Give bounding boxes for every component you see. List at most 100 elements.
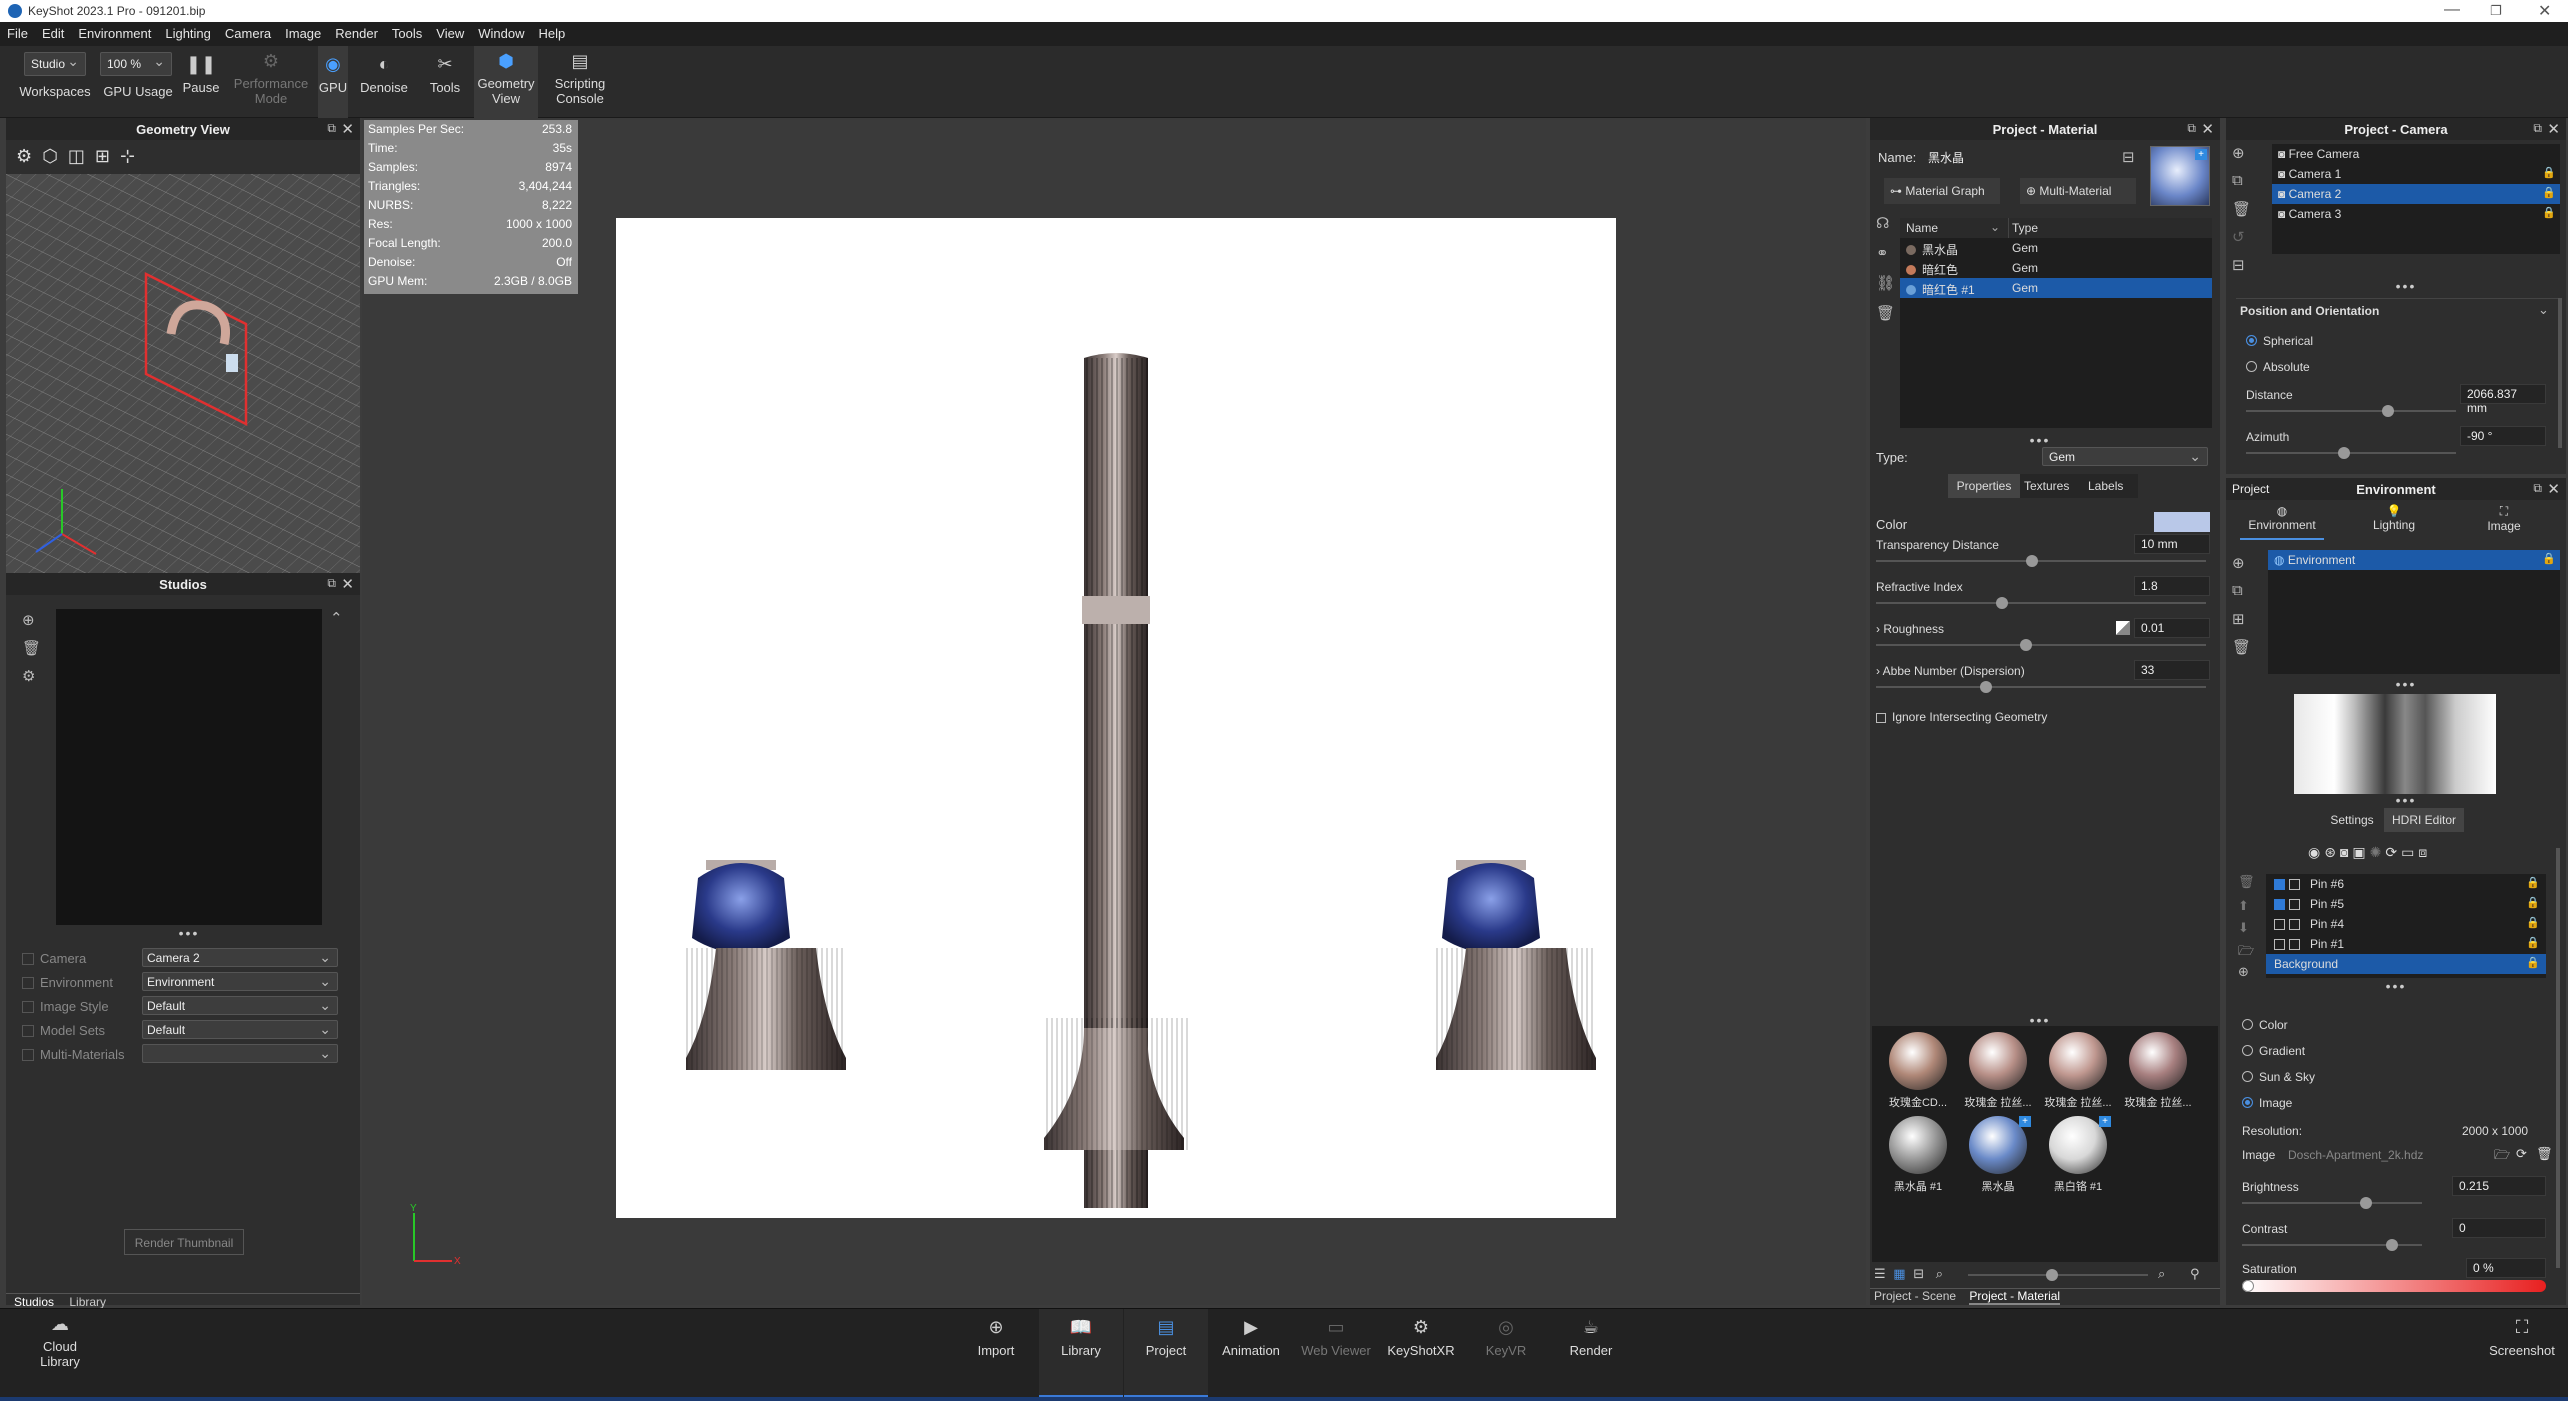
material-name-input[interactable]: 黑水晶 xyxy=(1922,147,2118,167)
property-input[interactable]: 33 xyxy=(2134,660,2210,680)
library-item[interactable]: 玫瑰金CD... xyxy=(1880,1032,1956,1112)
pin-checkbox[interactable] xyxy=(2289,879,2300,890)
library-item[interactable]: 玫瑰金 拉丝... xyxy=(1960,1032,2036,1112)
float-icon[interactable]: ⧉ xyxy=(327,121,336,136)
lock-icon[interactable]: 🔒 xyxy=(2542,186,2556,199)
minimize-icon[interactable]: — xyxy=(2444,1,2460,19)
float-icon[interactable]: ⧉ xyxy=(327,576,336,591)
menu-tools[interactable]: Tools xyxy=(385,22,429,41)
material-preview-sphere[interactable]: + xyxy=(2150,146,2210,206)
property-label[interactable]: › Roughness xyxy=(1876,622,1944,636)
tab-image[interactable]: ⛶ Image xyxy=(2462,504,2546,533)
sync-icon[interactable]: ⟳ xyxy=(2385,844,2401,860)
gear-icon[interactable]: ⚙ xyxy=(16,146,42,166)
keyshotxr-button[interactable]: ⚙ KeyShotXR xyxy=(1379,1309,1463,1397)
refresh-icon[interactable]: ⟳ xyxy=(2516,1146,2527,1162)
monitor-icon[interactable]: ▭ xyxy=(2401,844,2418,860)
pin-checkbox[interactable] xyxy=(2289,939,2300,950)
saturation-slider[interactable] xyxy=(2242,1280,2546,1292)
duplicate-camera-icon[interactable]: ⧉ xyxy=(2232,172,2243,189)
col-name[interactable]: Name xyxy=(1906,221,1938,235)
multi-materials-select[interactable] xyxy=(142,1044,338,1063)
more-dots-icon[interactable]: ••• xyxy=(2376,676,2436,692)
menu-edit[interactable]: Edit xyxy=(35,22,71,41)
tab-project-scene[interactable]: Project - Scene xyxy=(1874,1289,1956,1303)
image-style-select[interactable]: Default xyxy=(142,996,338,1015)
saturation-input[interactable]: 0 % xyxy=(2466,1258,2546,1278)
close-icon[interactable]: ✕ xyxy=(341,575,354,593)
add-environment-icon[interactable]: ⊕ xyxy=(2232,554,2245,572)
image-pin-icon[interactable]: ▣ xyxy=(2352,844,2369,860)
material-unlink-icon[interactable]: ⚭ xyxy=(1876,244,1889,262)
open-file-icon[interactable]: 🗁 xyxy=(2494,1146,2510,1168)
geometry-viewport[interactable] xyxy=(6,174,360,573)
tab-lighting[interactable]: 💡 Lighting xyxy=(2352,504,2436,532)
add-icon[interactable]: + xyxy=(2099,1116,2111,1127)
lock-icon[interactable]: 🔒 xyxy=(2542,206,2556,219)
settings-icon[interactable]: ⚙ xyxy=(22,667,35,685)
material-link-icon[interactable]: ☊ xyxy=(1876,214,1889,232)
tab-labels[interactable]: Labels xyxy=(2088,479,2123,493)
trash-icon[interactable]: 🗑 xyxy=(2232,200,2251,218)
model-sets-select[interactable]: Default xyxy=(142,1020,338,1039)
lock-icon[interactable]: 🔒 xyxy=(2526,956,2540,969)
menu-view[interactable]: View xyxy=(429,22,471,41)
crosshair-icon[interactable]: ⊕ xyxy=(2238,964,2249,980)
keyvr-button[interactable]: ◎ KeyVR xyxy=(1464,1309,1548,1397)
brightness-slider[interactable] xyxy=(2242,1197,2422,1209)
hdri-preview[interactable] xyxy=(2294,694,2496,794)
menu-file[interactable]: File xyxy=(0,22,35,41)
grid-icon[interactable]: ⊞ xyxy=(95,146,120,166)
menu-lighting[interactable]: Lighting xyxy=(158,22,218,41)
menu-window[interactable]: Window xyxy=(471,22,531,41)
pin-row[interactable]: Pin #6 🔒 xyxy=(2266,874,2546,894)
screenshot-button[interactable]: ⛶ Screenshot xyxy=(2480,1309,2564,1397)
render-button[interactable]: ☕ Render xyxy=(1549,1309,1633,1397)
ignore-intersecting-checkbox[interactable]: Ignore Intersecting Geometry xyxy=(1876,710,2047,724)
float-icon[interactable]: ⧉ xyxy=(2533,481,2542,496)
environment-list-item[interactable]: ◍ Environment 🔒 xyxy=(2268,550,2560,570)
property-input[interactable]: 1.8 xyxy=(2134,576,2210,596)
move-up-icon[interactable]: ⬆ xyxy=(2238,898,2249,914)
add-camera-icon[interactable]: ⊕ xyxy=(2232,144,2245,162)
add-icon[interactable]: + xyxy=(2019,1116,2031,1127)
library-item[interactable]: 玫瑰金 拉丝... xyxy=(2040,1032,2116,1112)
denoise-button[interactable]: ◐ Denoise xyxy=(354,46,414,118)
lock-icon[interactable]: 🔒 xyxy=(2526,876,2540,889)
library-button[interactable]: 📖 Library xyxy=(1039,1309,1123,1397)
more-dots-icon[interactable]: ••• xyxy=(2366,978,2426,994)
pin-row[interactable]: Pin #1 🔒 xyxy=(2266,934,2546,954)
texture-map-icon[interactable] xyxy=(2116,621,2130,635)
close-icon[interactable]: ✕ xyxy=(2538,1,2551,21)
performance-mode-button[interactable]: ⚙ Performance Mode xyxy=(228,46,314,118)
gpu-usage-select[interactable]: 100 % xyxy=(100,52,172,76)
property-slider[interactable] xyxy=(1876,639,2206,651)
save-icon[interactable]: ⊟ xyxy=(2232,256,2245,274)
multi-material-button[interactable]: ⊕ Multi-Material xyxy=(2020,178,2136,204)
table-row[interactable]: 暗红色 Gem xyxy=(1900,258,2212,278)
pin-row[interactable]: Pin #4 🔒 xyxy=(2266,914,2546,934)
camera-list-item[interactable]: ◙ Camera 3 🔒 xyxy=(2272,204,2560,224)
more-dots-icon[interactable]: ••• xyxy=(2010,432,2070,448)
thumbnail-size-slider[interactable] xyxy=(1968,1269,2148,1281)
tab-hdri-editor[interactable]: HDRI Editor xyxy=(2384,808,2464,832)
image-icon[interactable]: ⧈ xyxy=(2418,844,2431,860)
color-swatch[interactable] xyxy=(2154,512,2210,532)
move-down-icon[interactable]: ⬇ xyxy=(2238,920,2249,936)
tab-textures[interactable]: Textures xyxy=(2024,479,2069,493)
environment-select[interactable]: Environment xyxy=(142,972,338,991)
gpu-button[interactable]: ◉ GPU xyxy=(318,46,348,118)
cube-icon[interactable]: ⬡ xyxy=(42,146,68,166)
tab-properties[interactable]: Properties xyxy=(1948,474,2020,498)
zoom-out-icon[interactable]: ⌕ xyxy=(1936,1266,1943,1281)
geometry-view-button[interactable]: ⬢ Geometry View xyxy=(474,46,538,118)
menu-camera[interactable]: Camera xyxy=(218,22,278,41)
collapse-icon[interactable]: ⌃ xyxy=(330,609,343,627)
background-option-radio[interactable]: Sun & Sky xyxy=(2242,1070,2315,1084)
camera-select[interactable]: Camera 2 xyxy=(142,948,338,967)
pin-checkbox[interactable] xyxy=(2289,899,2300,910)
background-option-radio[interactable]: Color xyxy=(2242,1018,2288,1032)
lock-icon[interactable]: 🔒 xyxy=(2526,936,2540,949)
axes-icon[interactable]: ⊹ xyxy=(120,146,145,166)
studios-list[interactable] xyxy=(56,609,322,925)
